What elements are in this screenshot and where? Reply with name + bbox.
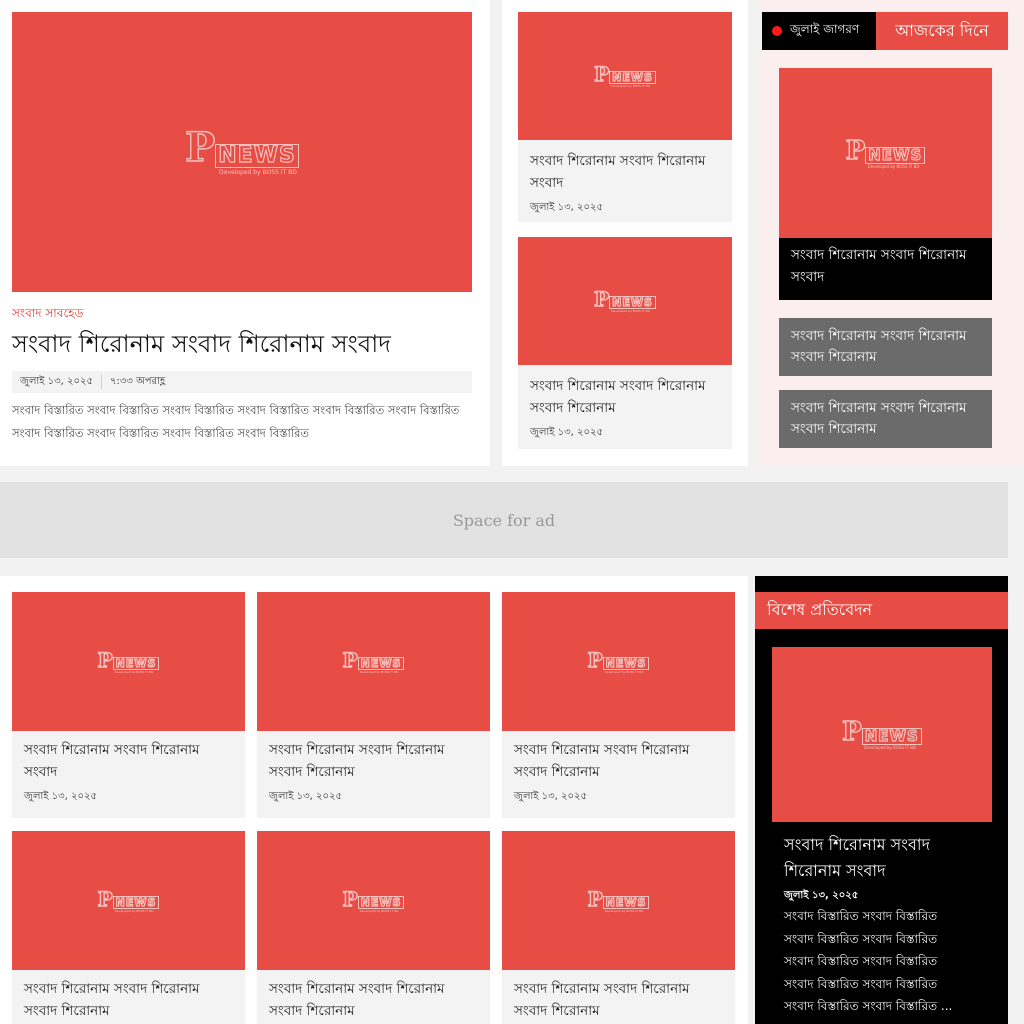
news-logo-icon: P NEWS Developed by BOSS IT BD [593, 288, 656, 313]
news-logo-icon: P NEWS Developed by BOSS IT BD [593, 63, 656, 88]
ad-label: Space for ad [452, 510, 556, 530]
grid-card-body[interactable]: সংবাদ শিরোনাম সংবাদ শিরোনাম সংবাদ জুলাই … [12, 731, 245, 818]
grid-card-thumbnail[interactable]: P NEWS Developed by BOSS IT BD [257, 831, 490, 970]
grid-card-title[interactable]: সংবাদ শিরোনাম সংবাদ শিরোনাম সংবাদ শিরোনা… [24, 978, 233, 1022]
grid-card-title[interactable]: সংবাদ শিরোনাম সংবাদ শিরোনাম সংবাদ শিরোনা… [269, 978, 478, 1022]
side-card-thumbnail[interactable]: P NEWS Developed by BOSS IT BD [518, 237, 732, 365]
special-report-thumbnail[interactable]: P NEWS Developed by BOSS IT BD [772, 647, 992, 822]
lead-date: জুলাই ১৩, ২০২৫ [20, 375, 94, 387]
grid-card-title[interactable]: সংবাদ শিরোনাম সংবাদ শিরোনাম সংবাদ শিরোনা… [269, 739, 478, 783]
lead-meta: জুলাই ১৩, ২০২৫ ৭:৩৩ অপরাহ্ণ [12, 371, 472, 393]
special-report-summary: সংবাদ বিস্তারিত সংবাদ বিস্তারিত সংবাদ বি… [784, 905, 999, 1018]
grid-card-body[interactable]: সংবাদ শিরোনাম সংবাদ শিরোনাম সংবাদ শিরোনা… [257, 731, 490, 818]
side-card-thumbnail[interactable]: P NEWS Developed by BOSS IT BD [518, 12, 732, 140]
grid-card-body[interactable]: সংবাদ শিরোনাম সংবাদ শিরোনাম সংবাদ শিরোনা… [502, 731, 735, 818]
special-report-line: সংবাদ বিস্তারিত সংবাদ বিস্তারিত [784, 976, 938, 991]
grid-card-thumbnail[interactable]: P NEWS Developed by BOSS IT BD [12, 592, 245, 731]
grid-card-title[interactable]: সংবাদ শিরোনাম সংবাদ শিরোনাম সংবাদ শিরোনা… [514, 978, 723, 1022]
side-card-date: জুলাই ১৩, ২০২৫ [530, 427, 604, 438]
lead-thumbnail[interactable]: P NEWS Developed by BOSS IT BD [12, 12, 472, 292]
special-report-date: জুলাই ১৩, ২০২৫ [784, 890, 859, 901]
lead-title[interactable]: সংবাদ শিরোনাম সংবাদ শিরোনাম সংবাদ [12, 328, 391, 360]
grid-card-thumbnail[interactable]: P NEWS Developed by BOSS IT BD [12, 831, 245, 970]
ad-space[interactable]: Space for ad [0, 482, 1008, 558]
special-report-heading[interactable]: বিশেষ প্রতিবেদন [755, 592, 1008, 629]
special-report-line: সংবাদ বিস্তারিত সংবাদ বিস্তারিত [784, 954, 938, 968]
lead-summary: সংবাদ বিস্তারিত সংবাদ বিস্তারিত সংবাদ বি… [12, 403, 460, 440]
news-logo-icon: P NEWS Developed by BOSS IT BD [342, 649, 405, 674]
side-card-title[interactable]: সংবাদ শিরোনাম সংবাদ শিরোনাম সংবাদ শিরোনা… [530, 375, 720, 419]
grid-card-body[interactable]: সংবাদ শিরোনাম সংবাদ শিরোনাম সংবাদ শিরোনা… [12, 970, 245, 1024]
grid-card-title[interactable]: সংবাদ শিরোনাম সংবাদ শিরোনাম সংবাদ [24, 739, 233, 783]
special-report-line: সংবাদ বিস্তারিত সংবাদ বিস্তারিত ... [784, 999, 953, 1013]
news-logo-icon: P NEWS Developed by BOSS IT BD [342, 888, 405, 913]
grid-card-thumbnail[interactable]: P NEWS Developed by BOSS IT BD [502, 592, 735, 731]
grid-card-body[interactable]: সংবাদ শিরোনাম সংবাদ শিরোনাম সংবাদ শিরোনা… [257, 970, 490, 1024]
lead-time: ৭:৩৩ অপরাহ্ণ [110, 375, 166, 387]
grid-card-thumbnail[interactable]: P NEWS Developed by BOSS IT BD [257, 592, 490, 731]
grid-card-title[interactable]: সংবাদ শিরোনাম সংবাদ শিরোনাম সংবাদ শিরোনা… [514, 739, 723, 783]
today-item[interactable]: সংবাদ শিরোনাম সংবাদ শিরোনাম সংবাদ শিরোনা… [779, 390, 992, 448]
news-logo-icon: P NEWS Developed by BOSS IT BD [587, 649, 650, 674]
news-logo-icon: P NEWS Developed by BOSS IT BD [97, 649, 160, 674]
tab-july-uprising-label: জুলাই জাগরণ [790, 22, 860, 36]
tab-today-label: আজকের দিনে [895, 20, 989, 40]
side-card-body[interactable]: সংবাদ শিরোনাম সংবাদ শিরোনাম সংবাদ জুলাই … [518, 140, 732, 222]
special-report-line: সংবাদ বিস্তারিত সংবাদ বিস্তারিত [784, 909, 938, 923]
news-logo-icon: P NEWS Developed by BOSS IT BD [841, 718, 922, 750]
tab-july-uprising[interactable]: জুলাই জাগরণ [762, 12, 876, 50]
meta-divider [101, 375, 103, 389]
special-report-line: সংবাদ বিস্তারিত সংবাদ বিস্তারিত [784, 931, 938, 946]
news-logo-icon: P NEWS Developed by BOSS IT BD [845, 137, 926, 169]
special-report-title[interactable]: সংবাদ শিরোনাম সংবাদ শিরোনাম সংবাদ [784, 832, 984, 884]
news-logo-icon: P NEWS Developed by BOSS IT BD [587, 888, 650, 913]
grid-card-thumbnail[interactable]: P NEWS Developed by BOSS IT BD [502, 831, 735, 970]
side-card-body[interactable]: সংবাদ শিরোনাম সংবাদ শিরোনাম সংবাদ শিরোনা… [518, 365, 732, 449]
today-feature-thumbnail[interactable]: P NEWS Developed by BOSS IT BD [779, 68, 992, 238]
grid-card-body[interactable]: সংবাদ শিরোনাম সংবাদ শিরোনাম সংবাদ শিরোনা… [502, 970, 735, 1024]
news-logo-icon: P NEWS Developed by BOSS IT BD [97, 888, 160, 913]
special-report-heading-label: বিশেষ প্রতিবেদন [767, 600, 873, 619]
grid-card-date: জুলাই ১৩, ২০২৫ [514, 791, 588, 802]
live-dot-icon [772, 26, 782, 36]
today-item[interactable]: সংবাদ শিরোনাম সংবাদ শিরোনাম সংবাদ শিরোনা… [779, 318, 992, 376]
news-logo-icon: P NEWS Developed by BOSS IT BD [184, 124, 299, 176]
tab-today[interactable]: আজকের দিনে [876, 12, 1008, 50]
side-card-date: জুলাই ১৩, ২০২৫ [530, 202, 604, 213]
lead-kicker[interactable]: সংবাদ সাবহেড [12, 305, 83, 325]
side-card-title[interactable]: সংবাদ শিরোনাম সংবাদ শিরোনাম সংবাদ [530, 150, 720, 194]
grid-card-date: জুলাই ১৩, ২০২৫ [269, 791, 343, 802]
today-feature-title[interactable]: সংবাদ শিরোনাম সংবাদ শিরোনাম সংবাদ [779, 238, 992, 300]
grid-card-date: জুলাই ১৩, ২০২৫ [24, 791, 98, 802]
